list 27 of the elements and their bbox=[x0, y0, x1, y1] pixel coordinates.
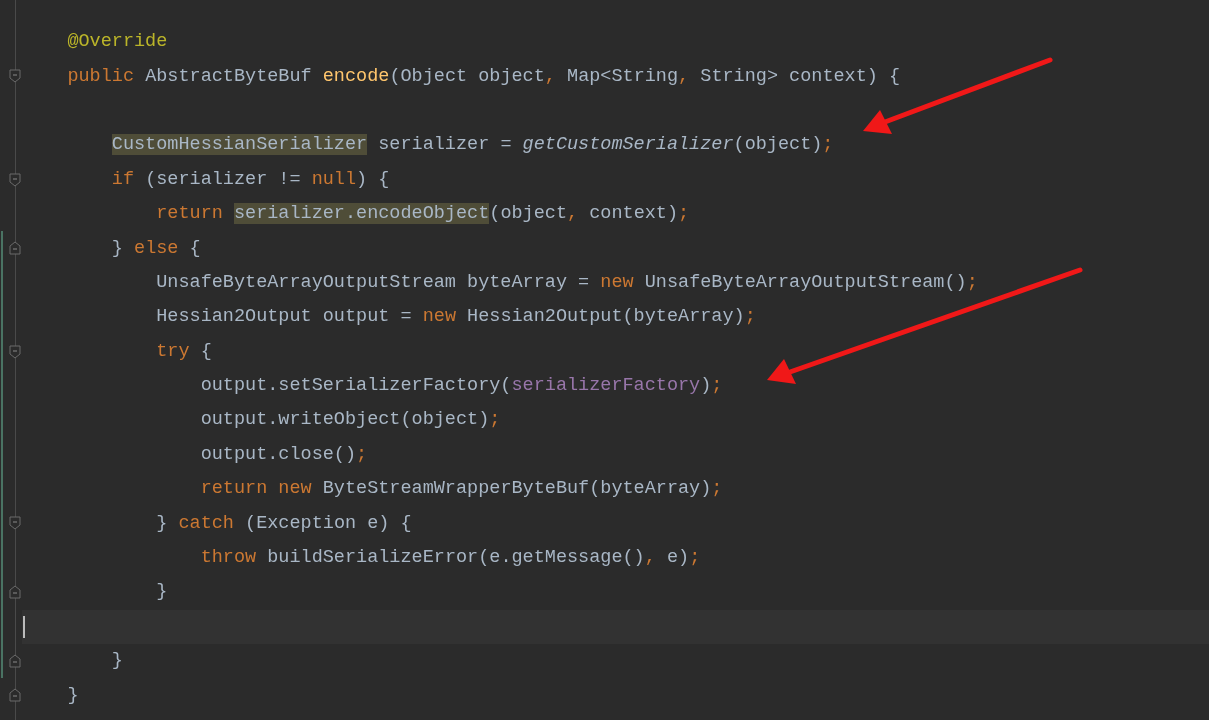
code-line: throw buildSerializeError(e.getMessage(), e); bbox=[200, 546, 701, 571]
text-cursor bbox=[23, 615, 25, 638]
code-line: Hessian2Output output = new Hessian2Output(byteArray); bbox=[156, 305, 756, 330]
code-line: } else { bbox=[111, 236, 201, 261]
code-line: if (serializer != null) { bbox=[111, 167, 390, 192]
code-line: public AbstractByteBuf encode(Object object, Map<String, String> context) { bbox=[67, 64, 901, 89]
code-line: @Override bbox=[67, 30, 168, 55]
fold-icon[interactable] bbox=[9, 585, 21, 600]
code-line: UnsafeByteArrayOutputStream byteArray = new UnsafeByteArrayOutputStream(); bbox=[156, 270, 978, 295]
code-line: return serializer.encodeObject(object, context); bbox=[156, 202, 690, 227]
fold-icon[interactable] bbox=[9, 69, 21, 84]
fold-icon[interactable] bbox=[9, 172, 21, 187]
fold-icon[interactable] bbox=[9, 516, 21, 531]
code-line: } bbox=[111, 649, 123, 674]
fold-icon[interactable] bbox=[9, 241, 21, 256]
code-line: output.setSerializerFactory(serializerFactory); bbox=[200, 374, 723, 399]
code-line: output.writeObject(object); bbox=[200, 408, 501, 433]
fold-icon[interactable] bbox=[9, 654, 21, 669]
fold-icon[interactable] bbox=[9, 688, 21, 703]
code-line: output.close(); bbox=[200, 442, 368, 467]
code-line: } catch (Exception e) { bbox=[156, 511, 412, 536]
fold-icon[interactable] bbox=[9, 344, 21, 359]
code-line: } bbox=[156, 580, 168, 605]
code-line: CustomHessianSerializer serializer = getCustomSerializer(object); bbox=[111, 133, 834, 158]
code-line: try { bbox=[156, 339, 212, 364]
code-line: return new ByteStreamWrapperByteBuf(byteArray); bbox=[200, 477, 723, 502]
code-line: } bbox=[67, 683, 79, 708]
